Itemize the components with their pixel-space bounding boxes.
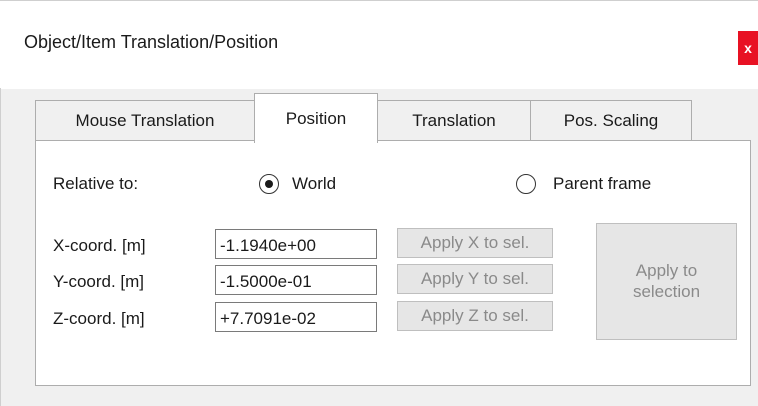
tab-position[interactable]: Position: [254, 93, 378, 143]
tab-label: Translation: [412, 110, 496, 130]
tab-pos-scaling[interactable]: Pos. Scaling: [530, 100, 692, 140]
relative-to-label: Relative to:: [53, 174, 139, 193]
tab-translation[interactable]: Translation: [377, 100, 531, 140]
parent-frame-radio-label[interactable]: Parent frame: [553, 174, 651, 194]
y-coord-label: Y-coord. [m]: [53, 272, 145, 291]
apply-y-button[interactable]: Apply Y to sel.: [397, 264, 553, 294]
apply-to-selection-line1: Apply to: [635, 261, 698, 281]
x-coord-field[interactable]: [215, 229, 377, 259]
parent-frame-radio[interactable]: [516, 174, 536, 194]
apply-to-selection-button[interactable]: Apply to selection: [596, 223, 737, 340]
y-coord-field[interactable]: [215, 265, 377, 295]
window-title: Object/Item Translation/Position: [24, 32, 279, 52]
close-button[interactable]: x: [738, 31, 758, 65]
tab-label: Pos. Scaling: [563, 110, 659, 130]
apply-x-button[interactable]: Apply X to sel.: [397, 228, 553, 258]
x-coord-label: X-coord. [m]: [53, 236, 146, 255]
tab-label: Position: [285, 108, 347, 128]
world-radio-label[interactable]: World: [292, 174, 336, 194]
tab-mouse-translation[interactable]: Mouse Translation: [35, 100, 255, 140]
apply-to-selection-line2: selection: [632, 281, 701, 301]
z-coord-field[interactable]: [215, 302, 377, 332]
apply-z-button[interactable]: Apply Z to sel.: [397, 301, 553, 331]
z-coord-label: Z-coord. [m]: [53, 309, 145, 328]
window-edge: [0, 88, 1, 406]
title-bar: Object/Item Translation/Position x: [0, 0, 758, 89]
world-radio[interactable]: [259, 174, 279, 194]
tab-label: Mouse Translation: [75, 110, 215, 130]
